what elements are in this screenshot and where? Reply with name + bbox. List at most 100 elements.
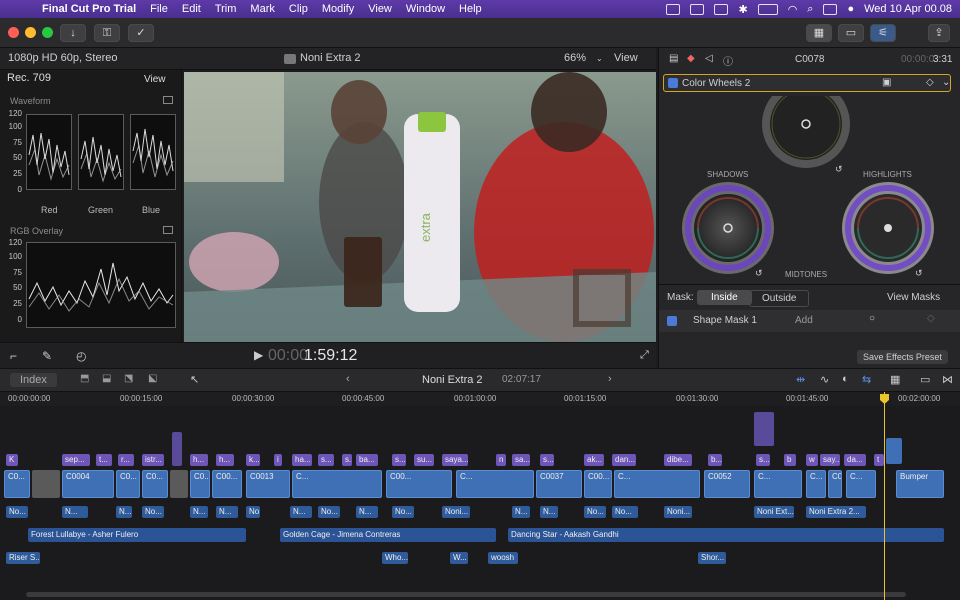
scope-settings-icon[interactable] [163, 226, 173, 234]
audio-clip[interactable]: No... [142, 506, 164, 518]
connected-clip[interactable] [886, 438, 902, 464]
menu-trim[interactable]: Trim [215, 3, 237, 15]
transitions-browser-icon[interactable]: ⋈ [942, 373, 953, 386]
fullscreen-icon[interactable]: ⤢ [640, 349, 649, 362]
video-inspector-icon[interactable]: ▤ [669, 53, 678, 64]
background-tasks-icon[interactable]: ✓ [128, 24, 154, 42]
video-clip[interactable]: C0... [4, 470, 30, 498]
status-icon[interactable] [666, 3, 681, 15]
scopes-view-dropdown[interactable]: View [144, 74, 166, 85]
connected-title-clip[interactable] [172, 432, 182, 466]
title-clip[interactable]: w [806, 454, 818, 466]
keywords-icon[interactable]: ⚿ [94, 24, 120, 42]
title-clip[interactable]: sep... [62, 454, 90, 466]
menu-edit[interactable]: Edit [182, 3, 201, 15]
audio-clip[interactable]: Noni Extra 2... [806, 506, 866, 518]
title-clip[interactable]: ba... [356, 454, 378, 466]
title-clip[interactable]: n [496, 454, 506, 466]
menu-clip[interactable]: Clip [289, 3, 308, 15]
audio-skimming-icon[interactable]: ∿ [820, 373, 829, 386]
skimming-icon[interactable]: ⇹ [796, 373, 805, 386]
audio-inspector-icon[interactable]: ◁ [705, 53, 713, 64]
mask-icon[interactable]: ▣ [882, 77, 891, 88]
bluetooth-icon[interactable]: ✱ [738, 3, 747, 16]
shadows-wheel[interactable] [673, 182, 783, 274]
title-clip[interactable]: h... [216, 454, 234, 466]
timeline-tracks[interactable]: K sep... t... r... istr... h... h... k..… [0, 406, 960, 600]
music-clip[interactable]: Golden Cage - Jimena Contreras [280, 528, 496, 542]
menu-mark[interactable]: Mark [250, 3, 274, 15]
forward-arrow-icon[interactable]: › [608, 373, 612, 385]
video-clip[interactable]: C00... [584, 470, 612, 498]
title-clip[interactable]: sa... [512, 454, 530, 466]
snapping-icon[interactable]: ⇆ [862, 373, 871, 386]
zoom-dropdown[interactable]: 66% [564, 52, 586, 64]
video-clip[interactable]: C0... [142, 470, 168, 498]
video-clip[interactable]: C0052 [704, 470, 750, 498]
video-clip[interactable]: C0037 [536, 470, 582, 498]
audio-clip[interactable]: Noni... [442, 506, 470, 518]
share-icon[interactable]: ⇪ [928, 24, 950, 42]
insert-clip-icon[interactable]: ⬓ [102, 373, 111, 384]
timeline-project-name[interactable]: Noni Extra 2 [422, 374, 483, 386]
title-clip[interactable]: t... [96, 454, 112, 466]
import-icon[interactable]: ↓ [60, 24, 86, 42]
reset-icon[interactable]: ↺ [835, 164, 843, 175]
view-masks-dropdown[interactable]: View Masks [887, 292, 940, 303]
keyframe-icon[interactable]: ◇ [926, 77, 934, 88]
audio-clip[interactable]: N... [62, 506, 88, 518]
audio-clip[interactable]: Noni... [664, 506, 692, 518]
view-dropdown[interactable]: View [614, 52, 638, 64]
timeline-toggle-icon[interactable]: ▭ [838, 24, 864, 42]
video-clip[interactable]: C... [806, 470, 826, 498]
video-clip[interactable]: C0... [828, 470, 842, 498]
mask-inside-button[interactable]: Inside [697, 290, 752, 305]
color-wheels-header[interactable]: Color Wheels 2 ▣ ◇ ⌄ [663, 74, 951, 92]
horizontal-scrollbar[interactable] [26, 592, 906, 597]
title-clip[interactable]: s... [392, 454, 406, 466]
audio-clip[interactable]: No... [584, 506, 606, 518]
audio-clip[interactable]: N... [216, 506, 238, 518]
video-clip[interactable]: C... [754, 470, 802, 498]
info-inspector-icon[interactable]: ⓘ [723, 53, 733, 68]
scope-settings-icon[interactable] [163, 96, 173, 104]
video-clip[interactable] [170, 470, 188, 498]
video-clip[interactable]: C0013 [246, 470, 290, 498]
mask-outside-button[interactable]: Outside [749, 290, 810, 307]
timecode-display[interactable]: 1:59:12 [304, 347, 357, 365]
title-clip[interactable]: ak... [584, 454, 604, 466]
back-arrow-icon[interactable]: ‹ [346, 373, 350, 385]
title-clip[interactable]: saya... [442, 454, 468, 466]
title-clip[interactable]: istr... [142, 454, 164, 466]
title-clip[interactable]: b... [708, 454, 722, 466]
creative-cloud-icon[interactable] [690, 3, 705, 15]
sfx-clip[interactable]: Who... [382, 552, 408, 564]
video-clip[interactable] [32, 470, 60, 498]
title-clip[interactable]: dan... [612, 454, 636, 466]
audio-clip[interactable]: No... [612, 506, 638, 518]
recorder-icon[interactable] [714, 3, 729, 15]
timeline-ruler[interactable]: 00:00:00:00 00:00:15:00 00:00:30:00 00:0… [0, 392, 960, 406]
effects-browser-icon[interactable]: ▭ [920, 373, 930, 386]
music-clip[interactable]: Forest Lullabye - Asher Fulero [28, 528, 246, 542]
title-clip[interactable]: k... [246, 454, 260, 466]
video-clip[interactable]: C... [846, 470, 876, 498]
index-button[interactable]: Index [10, 373, 57, 387]
audio-clip[interactable]: N... [190, 506, 208, 518]
video-clip[interactable]: C... [456, 470, 534, 498]
speed-icon[interactable]: ◴ [76, 349, 86, 363]
menu-file[interactable]: File [150, 3, 168, 15]
music-clip[interactable]: Dancing Star - Aakash Gandhi [508, 528, 944, 542]
effect-name[interactable]: Color Wheels 2 [682, 78, 750, 89]
title-clip[interactable]: b [784, 454, 796, 466]
keyframe-icon[interactable]: ◇ [927, 313, 935, 324]
connected-title-clip[interactable] [754, 412, 774, 446]
checkbox-enabled[interactable] [668, 78, 678, 88]
append-clip-icon[interactable]: ⬔ [124, 373, 133, 384]
browser-toggle-icon[interactable]: ▦ [806, 24, 832, 42]
video-clip[interactable]: C... [292, 470, 382, 498]
reset-icon[interactable]: ↺ [915, 268, 923, 279]
sfx-clip[interactable]: woosh [488, 552, 518, 564]
video-clip[interactable]: C0... [190, 470, 210, 498]
clip-appearance-icon[interactable]: ▦ [890, 373, 900, 386]
